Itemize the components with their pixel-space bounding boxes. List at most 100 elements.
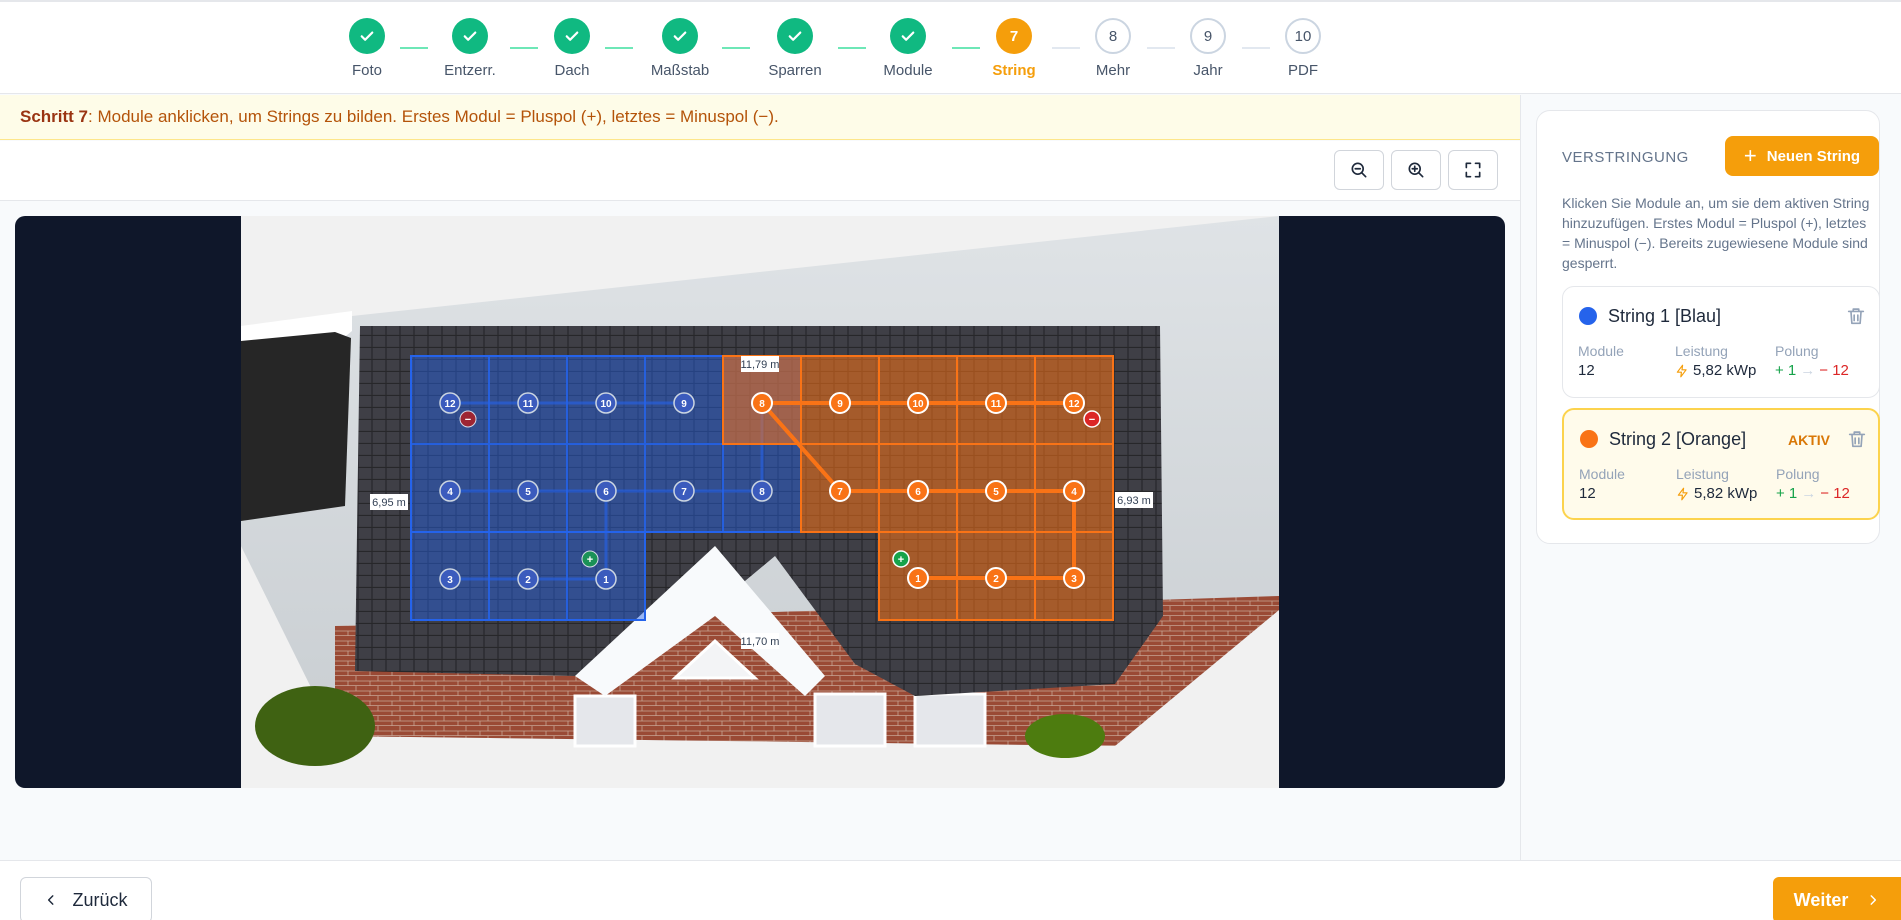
step-massstab[interactable]: Maßstab xyxy=(640,18,720,79)
module-marker[interactable]: 10 xyxy=(907,392,929,414)
module-marker[interactable]: 2 xyxy=(985,567,1007,589)
next-label: Weiter xyxy=(1793,889,1849,910)
power-column: Leistung 5,82 kWp xyxy=(1675,343,1756,379)
string-color-dot xyxy=(1579,307,1597,325)
svg-text:11: 11 xyxy=(991,399,1002,410)
module-marker[interactable]: 8 xyxy=(751,480,773,502)
module-marker[interactable]: 7 xyxy=(829,480,851,502)
step-label: Mehr xyxy=(1095,62,1131,79)
step-label: Module xyxy=(883,62,933,79)
module-marker[interactable]: 9 xyxy=(673,392,695,414)
zoom-in-button[interactable] xyxy=(1391,150,1441,190)
step-foto[interactable]: Foto xyxy=(327,18,407,79)
svg-text:10: 10 xyxy=(912,399,924,410)
step-sparren[interactable]: Sparren xyxy=(755,18,835,79)
module-marker[interactable]: 6 xyxy=(595,480,617,502)
module-marker[interactable]: 5 xyxy=(517,480,539,502)
step-connector xyxy=(838,47,866,49)
svg-text:8: 8 xyxy=(759,487,765,498)
back-button[interactable]: Zurück xyxy=(20,877,152,920)
check-icon xyxy=(777,18,813,54)
polarity-minus: − 12 xyxy=(1819,362,1849,379)
svg-text:2: 2 xyxy=(993,574,999,585)
roof-canvas[interactable]: 11,79 m 11,70 m 6,95 m 6,93 m 12 11 10 9… xyxy=(15,216,1505,788)
stringing-panel: VERSTRINGUNG + Neuen String Klicken Sie … xyxy=(1536,110,1880,544)
plus-pole-marker: + xyxy=(892,550,910,568)
minus-pole-marker: − xyxy=(459,410,477,428)
house-window xyxy=(573,694,637,748)
step-label: Entzerr. xyxy=(444,62,496,79)
module-marker[interactable]: 3 xyxy=(439,568,461,590)
module-marker[interactable]: 12 xyxy=(439,392,461,414)
next-button[interactable]: Weiter xyxy=(1773,877,1901,920)
canvas-toolbar xyxy=(0,141,1520,201)
step-number: 10 xyxy=(1285,18,1321,54)
module-marker[interactable]: 11 xyxy=(985,392,1007,414)
step-entzerr[interactable]: Entzerr. xyxy=(430,18,510,79)
new-string-button[interactable]: + Neuen String xyxy=(1725,136,1879,176)
svg-text:+: + xyxy=(587,554,593,566)
polarity-label: Polung xyxy=(1776,466,1820,482)
measure-top: 11,79 m xyxy=(741,359,780,371)
step-string[interactable]: 7 String xyxy=(974,18,1054,79)
bush xyxy=(255,686,375,766)
measure-right: 6,93 m xyxy=(1117,495,1151,507)
module-marker[interactable]: 7 xyxy=(673,480,695,502)
step-module[interactable]: Module xyxy=(868,18,948,79)
step-pdf[interactable]: 10 PDF xyxy=(1263,18,1343,79)
svg-text:2: 2 xyxy=(525,575,531,586)
svg-text:1: 1 xyxy=(915,574,921,585)
check-icon xyxy=(452,18,488,54)
svg-text:7: 7 xyxy=(837,487,843,498)
house-window xyxy=(813,692,887,748)
module-marker[interactable]: 12 xyxy=(1063,392,1085,414)
module-marker[interactable]: 9 xyxy=(829,392,851,414)
string-card-active[interactable]: String 2 [Orange] AKTIV Module 12 Leistu… xyxy=(1562,408,1880,520)
lightning-icon xyxy=(1677,487,1688,500)
trash-icon[interactable] xyxy=(1845,305,1867,327)
module-marker[interactable]: 2 xyxy=(517,568,539,590)
module-marker[interactable]: 1 xyxy=(595,568,617,590)
active-badge: AKTIV xyxy=(1788,432,1830,448)
string-name: String 2 [Orange] xyxy=(1609,429,1747,449)
trash-icon[interactable] xyxy=(1846,428,1868,450)
check-icon xyxy=(554,18,590,54)
svg-text:12: 12 xyxy=(1068,399,1080,410)
step-mehr[interactable]: 8 Mehr xyxy=(1073,18,1153,79)
svg-text:6: 6 xyxy=(915,487,921,498)
step-jahr[interactable]: 9 Jahr xyxy=(1168,18,1248,79)
module-marker[interactable]: 4 xyxy=(439,480,461,502)
panel-description: Klicken Sie Module an, um sie dem aktive… xyxy=(1562,195,1870,271)
house-window xyxy=(913,692,987,748)
module-marker[interactable]: 10 xyxy=(595,392,617,414)
zoom-out-button[interactable] xyxy=(1334,150,1384,190)
module-marker[interactable]: 8 xyxy=(751,392,773,414)
step-dach[interactable]: Dach xyxy=(532,18,612,79)
string-color-dot xyxy=(1580,430,1598,448)
fullscreen-button[interactable] xyxy=(1448,150,1498,190)
module-marker[interactable]: 5 xyxy=(985,480,1007,502)
string-card[interactable]: String 1 [Blau] Module 12 Leistung 5,82 … xyxy=(1562,286,1880,398)
minus-pole-marker: − xyxy=(1083,410,1101,428)
module-marker[interactable]: 11 xyxy=(517,392,539,414)
svg-text:3: 3 xyxy=(1071,574,1077,585)
module-marker[interactable]: 4 xyxy=(1063,480,1085,502)
step-number: 7 xyxy=(996,18,1032,54)
module-marker[interactable]: 6 xyxy=(907,480,929,502)
step-number: 8 xyxy=(1095,18,1131,54)
modules-column: Module 12 xyxy=(1578,343,1624,379)
svg-text:9: 9 xyxy=(837,399,843,410)
modules-value: 12 xyxy=(1578,362,1595,379)
svg-text:4: 4 xyxy=(447,487,453,498)
polarity-plus: + 1 xyxy=(1775,362,1797,379)
plus-pole-marker: + xyxy=(581,550,599,568)
step-label: String xyxy=(992,62,1036,79)
module-marker[interactable]: 1 xyxy=(907,567,929,589)
fullscreen-icon xyxy=(1465,162,1481,178)
chevron-left-icon xyxy=(48,895,54,905)
module-marker[interactable]: 3 xyxy=(1063,567,1085,589)
step-label: Maßstab xyxy=(650,62,710,79)
polarity-label: Polung xyxy=(1775,343,1819,359)
modules-value: 12 xyxy=(1579,485,1596,502)
svg-text:12: 12 xyxy=(444,399,456,410)
